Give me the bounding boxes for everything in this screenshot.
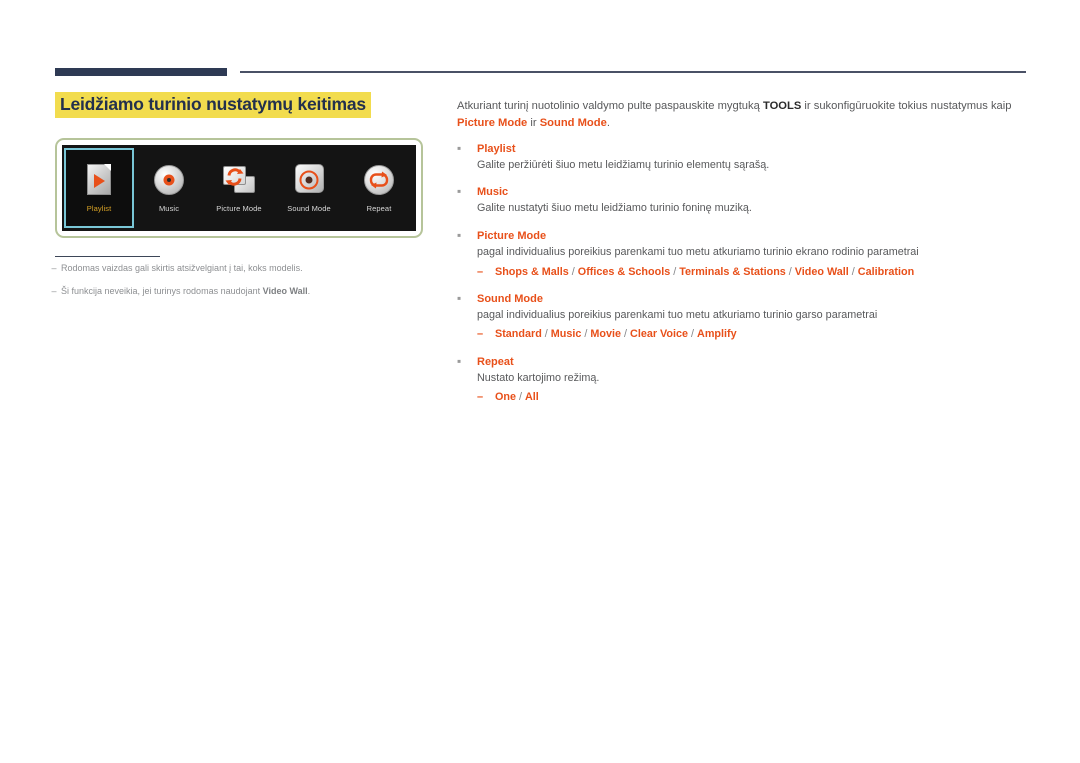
osd-toolbar: Playlist Music Picture Mode Sound Mode R… xyxy=(62,145,416,231)
option-separator: / xyxy=(621,328,631,341)
bullet-marker: ▪ xyxy=(457,184,462,199)
toolbar-item-repeat[interactable]: Repeat xyxy=(344,145,414,231)
toolbar-label-playlist: Playlist xyxy=(86,204,112,213)
option-separator: / xyxy=(516,391,525,404)
header-divider-line xyxy=(240,71,1026,73)
option-value: Offices & Schools xyxy=(577,265,671,278)
playlist-document-play-icon xyxy=(82,163,116,197)
sub-dash: – xyxy=(477,265,484,278)
header-accent-bar xyxy=(55,68,227,76)
left-column: Leidžiamo turinio nustatymų keitimas xyxy=(55,92,435,119)
option-value: All xyxy=(525,391,539,404)
footnote-text: Ši funkcija neveikia, jei turinys rodoma… xyxy=(61,286,311,297)
toolbar-label-picture-mode: Picture Mode xyxy=(216,204,262,213)
setting-title: Playlist xyxy=(477,142,516,155)
setting-description: pagal individualius poreikius parenkami … xyxy=(477,246,919,258)
setting-repeat: ▪ Repeat Nustato kartojimo režimą. – One… xyxy=(457,355,1027,406)
setting-options-row: – Shops & Malls / Offices & Schools / Te… xyxy=(477,265,1027,280)
bullet-marker: ▪ xyxy=(457,140,462,155)
footnote-item: – Ši funkcija neveikia, jei turinys rodo… xyxy=(47,285,437,297)
setting-heading: ▪ Sound Mode xyxy=(457,292,1027,305)
setting-description: Galite peržiūrėti šiuo metu leidžiamų tu… xyxy=(477,158,770,171)
sound-mode-ring-icon xyxy=(292,163,326,197)
option-separator: / xyxy=(541,328,551,341)
setting-title: Sound Mode xyxy=(477,292,543,305)
option-value: Music xyxy=(550,328,582,341)
option-separator: / xyxy=(670,265,680,278)
setting-description: Galite nustatyti šiuo metu leidžiamo tur… xyxy=(477,202,752,215)
footnote-divider xyxy=(55,256,160,258)
intro-text-3: ir xyxy=(527,117,540,130)
toolbar-item-playlist[interactable]: Playlist xyxy=(64,148,134,228)
footnote-dash: – xyxy=(51,263,57,273)
intro-paragraph: Atkuriant turinį nuotolinio valdymo pult… xyxy=(457,98,1027,133)
music-disc-icon xyxy=(152,163,186,197)
option-value: Shops & Malls xyxy=(495,265,569,278)
sub-dash: – xyxy=(477,328,484,341)
toolbar-item-music[interactable]: Music xyxy=(134,145,204,231)
toolbar-label-sound-mode: Sound Mode xyxy=(287,204,331,213)
option-list: One / All xyxy=(495,390,539,405)
setting-heading: ▪ Playlist xyxy=(457,142,1027,155)
bullet-marker: ▪ xyxy=(457,353,462,368)
setting-heading: ▪ Repeat xyxy=(457,355,1027,368)
toolbar-item-sound-mode[interactable]: Sound Mode xyxy=(274,145,344,231)
option-list: Shops & Malls / Offices & Schools / Term… xyxy=(495,265,914,280)
repeat-loop-icon xyxy=(362,163,396,197)
option-separator: / xyxy=(785,265,795,278)
setting-title: Repeat xyxy=(477,355,514,368)
option-value: One xyxy=(495,391,516,404)
option-separator: / xyxy=(848,265,858,278)
option-value: Movie xyxy=(590,328,622,341)
toolbar-item-picture-mode[interactable]: Picture Mode xyxy=(204,145,274,231)
setting-playlist: ▪ Playlist Galite peržiūrėti šiuo metu l… xyxy=(457,142,1027,174)
option-value: Clear Voice xyxy=(630,328,689,341)
option-value: Video Wall xyxy=(794,265,849,278)
footnote-emphasis: Video Wall xyxy=(262,286,308,297)
option-separator: / xyxy=(568,265,578,278)
right-column: Atkuriant turinį nuotolinio valdymo pult… xyxy=(457,98,1027,409)
toolbar-label-repeat: Repeat xyxy=(366,204,392,213)
page-title: Leidžiamo turinio nustatymų keitimas xyxy=(55,92,371,119)
picture-mode-cards-refresh-icon xyxy=(222,163,256,197)
setting-sound-mode: ▪ Sound Mode pagal individualius poreiki… xyxy=(457,292,1027,343)
option-value: Amplify xyxy=(697,328,737,341)
playback-toolbar-figure: Playlist Music Picture Mode Sound Mode R… xyxy=(55,138,423,238)
tools-key-label: TOOLS xyxy=(762,100,802,112)
footnote-text: Rodomas vaizdas gali skirtis atsižvelgia… xyxy=(61,263,303,273)
bullet-marker: ▪ xyxy=(457,290,462,305)
bullet-marker: ▪ xyxy=(457,228,462,242)
toolbar-label-music: Music xyxy=(158,204,180,213)
option-list: Standard / Music / Movie / Clear Voice /… xyxy=(495,327,737,342)
option-value: Terminals & Stations xyxy=(679,265,786,278)
footnote-item: – Rodomas vaizdas gali skirtis atsižvelg… xyxy=(47,262,437,274)
intro-text-2: ir sukonfigūruokite tokius nustatymus ka… xyxy=(801,100,1012,112)
setting-title: Picture Mode xyxy=(477,230,547,242)
footnote-list: – Rodomas vaizdas gali skirtis atsižvelg… xyxy=(47,262,437,308)
setting-description: Nustato kartojimo režimą. xyxy=(477,371,600,384)
setting-heading: ▪ Picture Mode xyxy=(457,229,1027,242)
setting-picture-mode: ▪ Picture Mode pagal individualius porei… xyxy=(457,229,1027,280)
setting-description: pagal individualius poreikius parenkami … xyxy=(477,308,878,321)
footnote-dash: – xyxy=(51,286,57,297)
option-value: Standard xyxy=(495,328,542,341)
intro-picture-mode: Picture Mode xyxy=(457,117,528,130)
intro-text-4: . xyxy=(606,117,610,130)
setting-music: ▪ Music Galite nustatyti šiuo metu leidž… xyxy=(457,185,1027,217)
intro-sound-mode: Sound Mode xyxy=(539,117,607,130)
setting-options-row: – Standard / Music / Movie / Clear Voice… xyxy=(477,327,1027,342)
intro-text-1: Atkuriant turinį nuotolinio valdymo pult… xyxy=(457,100,763,112)
sub-dash: – xyxy=(477,391,484,404)
setting-heading: ▪ Music xyxy=(457,185,1027,198)
option-separator: / xyxy=(688,328,698,341)
setting-title: Music xyxy=(477,186,509,199)
option-value: Calibration xyxy=(857,265,915,278)
setting-options-row: – One / All xyxy=(477,390,1027,405)
